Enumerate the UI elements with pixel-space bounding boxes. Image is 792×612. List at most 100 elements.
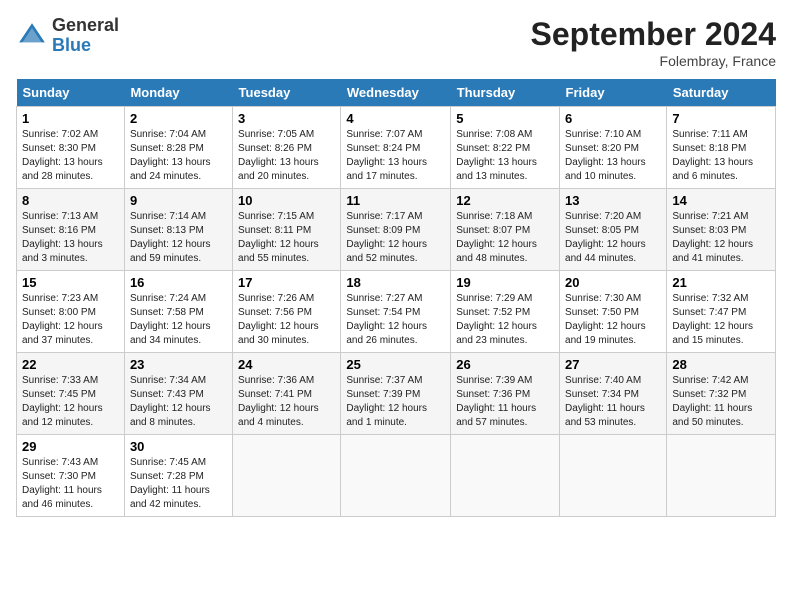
calendar-day-cell: 3Sunrise: 7:05 AM Sunset: 8:26 PM Daylig… xyxy=(233,107,341,189)
day-number: 5 xyxy=(456,111,554,126)
calendar-day-cell: 25 Sunrise: 7:37 AM Sunset: 7:39 PM Dayli… xyxy=(341,353,451,435)
logo: General Blue xyxy=(16,16,119,56)
day-info: Sunrise: 7:10 AM Sunset: 8:20 PM Dayligh… xyxy=(565,128,661,184)
calendar-day-cell: 24 Sunrise: 7:36 AM Sunset: 7:41 PM Dayli… xyxy=(233,353,341,435)
calendar-day-cell xyxy=(341,435,451,517)
day-number: 13 xyxy=(565,193,661,208)
day-number: 21 xyxy=(672,275,770,290)
calendar-day-cell: 15Sunrise: 7:23 AM Sunset: 8:00 PM Dayli… xyxy=(17,271,125,353)
day-number: 23 xyxy=(130,357,227,372)
header-friday: Friday xyxy=(560,79,667,107)
calendar-day-cell: 14 Sunrise: 7:21 AM Sunset: 8:03 PM Dayli… xyxy=(667,189,776,271)
logo-blue-text: Blue xyxy=(52,36,119,56)
day-info: Sunrise: 7:20 AM Sunset: 8:05 PM Dayligh… xyxy=(565,210,661,266)
day-number: 22 xyxy=(22,357,119,372)
day-number: 16 xyxy=(130,275,227,290)
day-number: 15 xyxy=(22,275,119,290)
day-number: 11 xyxy=(346,193,445,208)
day-number: 20 xyxy=(565,275,661,290)
day-info: Sunrise: 7:45 AM Sunset: 7:28 PM Dayligh… xyxy=(130,456,227,512)
header-thursday: Thursday xyxy=(451,79,560,107)
day-number: 10 xyxy=(238,193,335,208)
calendar-day-cell: 17Sunrise: 7:26 AM Sunset: 7:56 PM Dayli… xyxy=(233,271,341,353)
calendar-day-cell xyxy=(560,435,667,517)
day-number: 19 xyxy=(456,275,554,290)
day-number: 9 xyxy=(130,193,227,208)
calendar-day-cell: 8 Sunrise: 7:13 AM Sunset: 8:16 PM Daylig… xyxy=(17,189,125,271)
day-info: Sunrise: 7:43 AM Sunset: 7:30 PM Dayligh… xyxy=(22,456,119,512)
calendar-week-row: 1 Sunrise: 7:02 AM Sunset: 8:30 PM Daylig… xyxy=(17,107,776,189)
calendar-day-cell: 20 Sunrise: 7:30 AM Sunset: 7:50 PM Dayli… xyxy=(560,271,667,353)
calendar-day-cell: 11Sunrise: 7:17 AM Sunset: 8:09 PM Dayli… xyxy=(341,189,451,271)
day-info: Sunrise: 7:21 AM Sunset: 8:03 PM Dayligh… xyxy=(672,210,770,266)
calendar-day-cell: 29 Sunrise: 7:43 AM Sunset: 7:30 PM Dayli… xyxy=(17,435,125,517)
day-info: Sunrise: 7:07 AM Sunset: 8:24 PM Dayligh… xyxy=(346,128,445,184)
day-number: 14 xyxy=(672,193,770,208)
calendar-day-cell: 13 Sunrise: 7:20 AM Sunset: 8:05 PM Dayli… xyxy=(560,189,667,271)
day-number: 12 xyxy=(456,193,554,208)
logo-general-text: General xyxy=(52,16,119,36)
day-number: 29 xyxy=(22,439,119,454)
logo-icon xyxy=(16,20,48,52)
header-saturday: Saturday xyxy=(667,79,776,107)
day-info: Sunrise: 7:32 AM Sunset: 7:47 PM Dayligh… xyxy=(672,292,770,348)
header-wednesday: Wednesday xyxy=(341,79,451,107)
calendar-day-cell: 23 Sunrise: 7:34 AM Sunset: 7:43 PM Dayli… xyxy=(124,353,232,435)
day-info: Sunrise: 7:05 AM Sunset: 8:26 PM Dayligh… xyxy=(238,128,335,184)
day-info: Sunrise: 7:15 AM Sunset: 8:11 PM Dayligh… xyxy=(238,210,335,266)
day-info: Sunrise: 7:14 AM Sunset: 8:13 PM Dayligh… xyxy=(130,210,227,266)
header-tuesday: Tuesday xyxy=(233,79,341,107)
calendar-header-row: Sunday Monday Tuesday Wednesday Thursday… xyxy=(17,79,776,107)
calendar-day-cell: 4 Sunrise: 7:07 AM Sunset: 8:24 PM Daylig… xyxy=(341,107,451,189)
day-info: Sunrise: 7:02 AM Sunset: 8:30 PM Dayligh… xyxy=(22,128,119,184)
calendar-day-cell: 1 Sunrise: 7:02 AM Sunset: 8:30 PM Daylig… xyxy=(17,107,125,189)
header-monday: Monday xyxy=(124,79,232,107)
calendar-day-cell: 10 Sunrise: 7:15 AM Sunset: 8:11 PM Dayli… xyxy=(233,189,341,271)
calendar-day-cell: 22 Sunrise: 7:33 AM Sunset: 7:45 PM Dayli… xyxy=(17,353,125,435)
day-info: Sunrise: 7:40 AM Sunset: 7:34 PM Dayligh… xyxy=(565,374,661,430)
day-info: Sunrise: 7:08 AM Sunset: 8:22 PM Dayligh… xyxy=(456,128,554,184)
calendar-table: Sunday Monday Tuesday Wednesday Thursday… xyxy=(16,79,776,517)
calendar-title: September 2024 xyxy=(531,16,776,53)
calendar-day-cell: 5 Sunrise: 7:08 AM Sunset: 8:22 PM Daylig… xyxy=(451,107,560,189)
day-info: Sunrise: 7:37 AM Sunset: 7:39 PM Dayligh… xyxy=(346,374,445,430)
day-number: 1 xyxy=(22,111,119,126)
day-info: Sunrise: 7:39 AM Sunset: 7:36 PM Dayligh… xyxy=(456,374,554,430)
calendar-day-cell: 30Sunrise: 7:45 AM Sunset: 7:28 PM Dayli… xyxy=(124,435,232,517)
day-number: 4 xyxy=(346,111,445,126)
day-number: 7 xyxy=(672,111,770,126)
day-info: Sunrise: 7:11 AM Sunset: 8:18 PM Dayligh… xyxy=(672,128,770,184)
calendar-day-cell: 6 Sunrise: 7:10 AM Sunset: 8:20 PM Daylig… xyxy=(560,107,667,189)
calendar-day-cell: 27 Sunrise: 7:40 AM Sunset: 7:34 PM Dayli… xyxy=(560,353,667,435)
day-number: 27 xyxy=(565,357,661,372)
day-info: Sunrise: 7:34 AM Sunset: 7:43 PM Dayligh… xyxy=(130,374,227,430)
day-info: Sunrise: 7:36 AM Sunset: 7:41 PM Dayligh… xyxy=(238,374,335,430)
day-info: Sunrise: 7:13 AM Sunset: 8:16 PM Dayligh… xyxy=(22,210,119,266)
day-number: 8 xyxy=(22,193,119,208)
day-info: Sunrise: 7:42 AM Sunset: 7:32 PM Dayligh… xyxy=(672,374,770,430)
calendar-day-cell: 26 Sunrise: 7:39 AM Sunset: 7:36 PM Dayli… xyxy=(451,353,560,435)
day-info: Sunrise: 7:24 AM Sunset: 7:58 PM Dayligh… xyxy=(130,292,227,348)
calendar-day-cell xyxy=(667,435,776,517)
day-info: Sunrise: 7:27 AM Sunset: 7:54 PM Dayligh… xyxy=(346,292,445,348)
calendar-subtitle: Folembray, France xyxy=(531,53,776,69)
calendar-day-cell: 9 Sunrise: 7:14 AM Sunset: 8:13 PM Daylig… xyxy=(124,189,232,271)
calendar-day-cell xyxy=(233,435,341,517)
day-info: Sunrise: 7:26 AM Sunset: 7:56 PM Dayligh… xyxy=(238,292,335,348)
day-info: Sunrise: 7:30 AM Sunset: 7:50 PM Dayligh… xyxy=(565,292,661,348)
day-number: 26 xyxy=(456,357,554,372)
day-info: Sunrise: 7:04 AM Sunset: 8:28 PM Dayligh… xyxy=(130,128,227,184)
calendar-day-cell: 2Sunrise: 7:04 AM Sunset: 8:28 PM Daylig… xyxy=(124,107,232,189)
calendar-day-cell: 7 Sunrise: 7:11 AM Sunset: 8:18 PM Daylig… xyxy=(667,107,776,189)
day-number: 6 xyxy=(565,111,661,126)
day-info: Sunrise: 7:33 AM Sunset: 7:45 PM Dayligh… xyxy=(22,374,119,430)
title-block: September 2024 Folembray, France xyxy=(531,16,776,69)
day-number: 24 xyxy=(238,357,335,372)
calendar-day-cell xyxy=(451,435,560,517)
day-number: 25 xyxy=(346,357,445,372)
calendar-day-cell: 16 Sunrise: 7:24 AM Sunset: 7:58 PM Dayli… xyxy=(124,271,232,353)
day-info: Sunrise: 7:18 AM Sunset: 8:07 PM Dayligh… xyxy=(456,210,554,266)
calendar-day-cell: 18Sunrise: 7:27 AM Sunset: 7:54 PM Dayli… xyxy=(341,271,451,353)
day-number: 28 xyxy=(672,357,770,372)
calendar-week-row: 8 Sunrise: 7:13 AM Sunset: 8:16 PM Daylig… xyxy=(17,189,776,271)
